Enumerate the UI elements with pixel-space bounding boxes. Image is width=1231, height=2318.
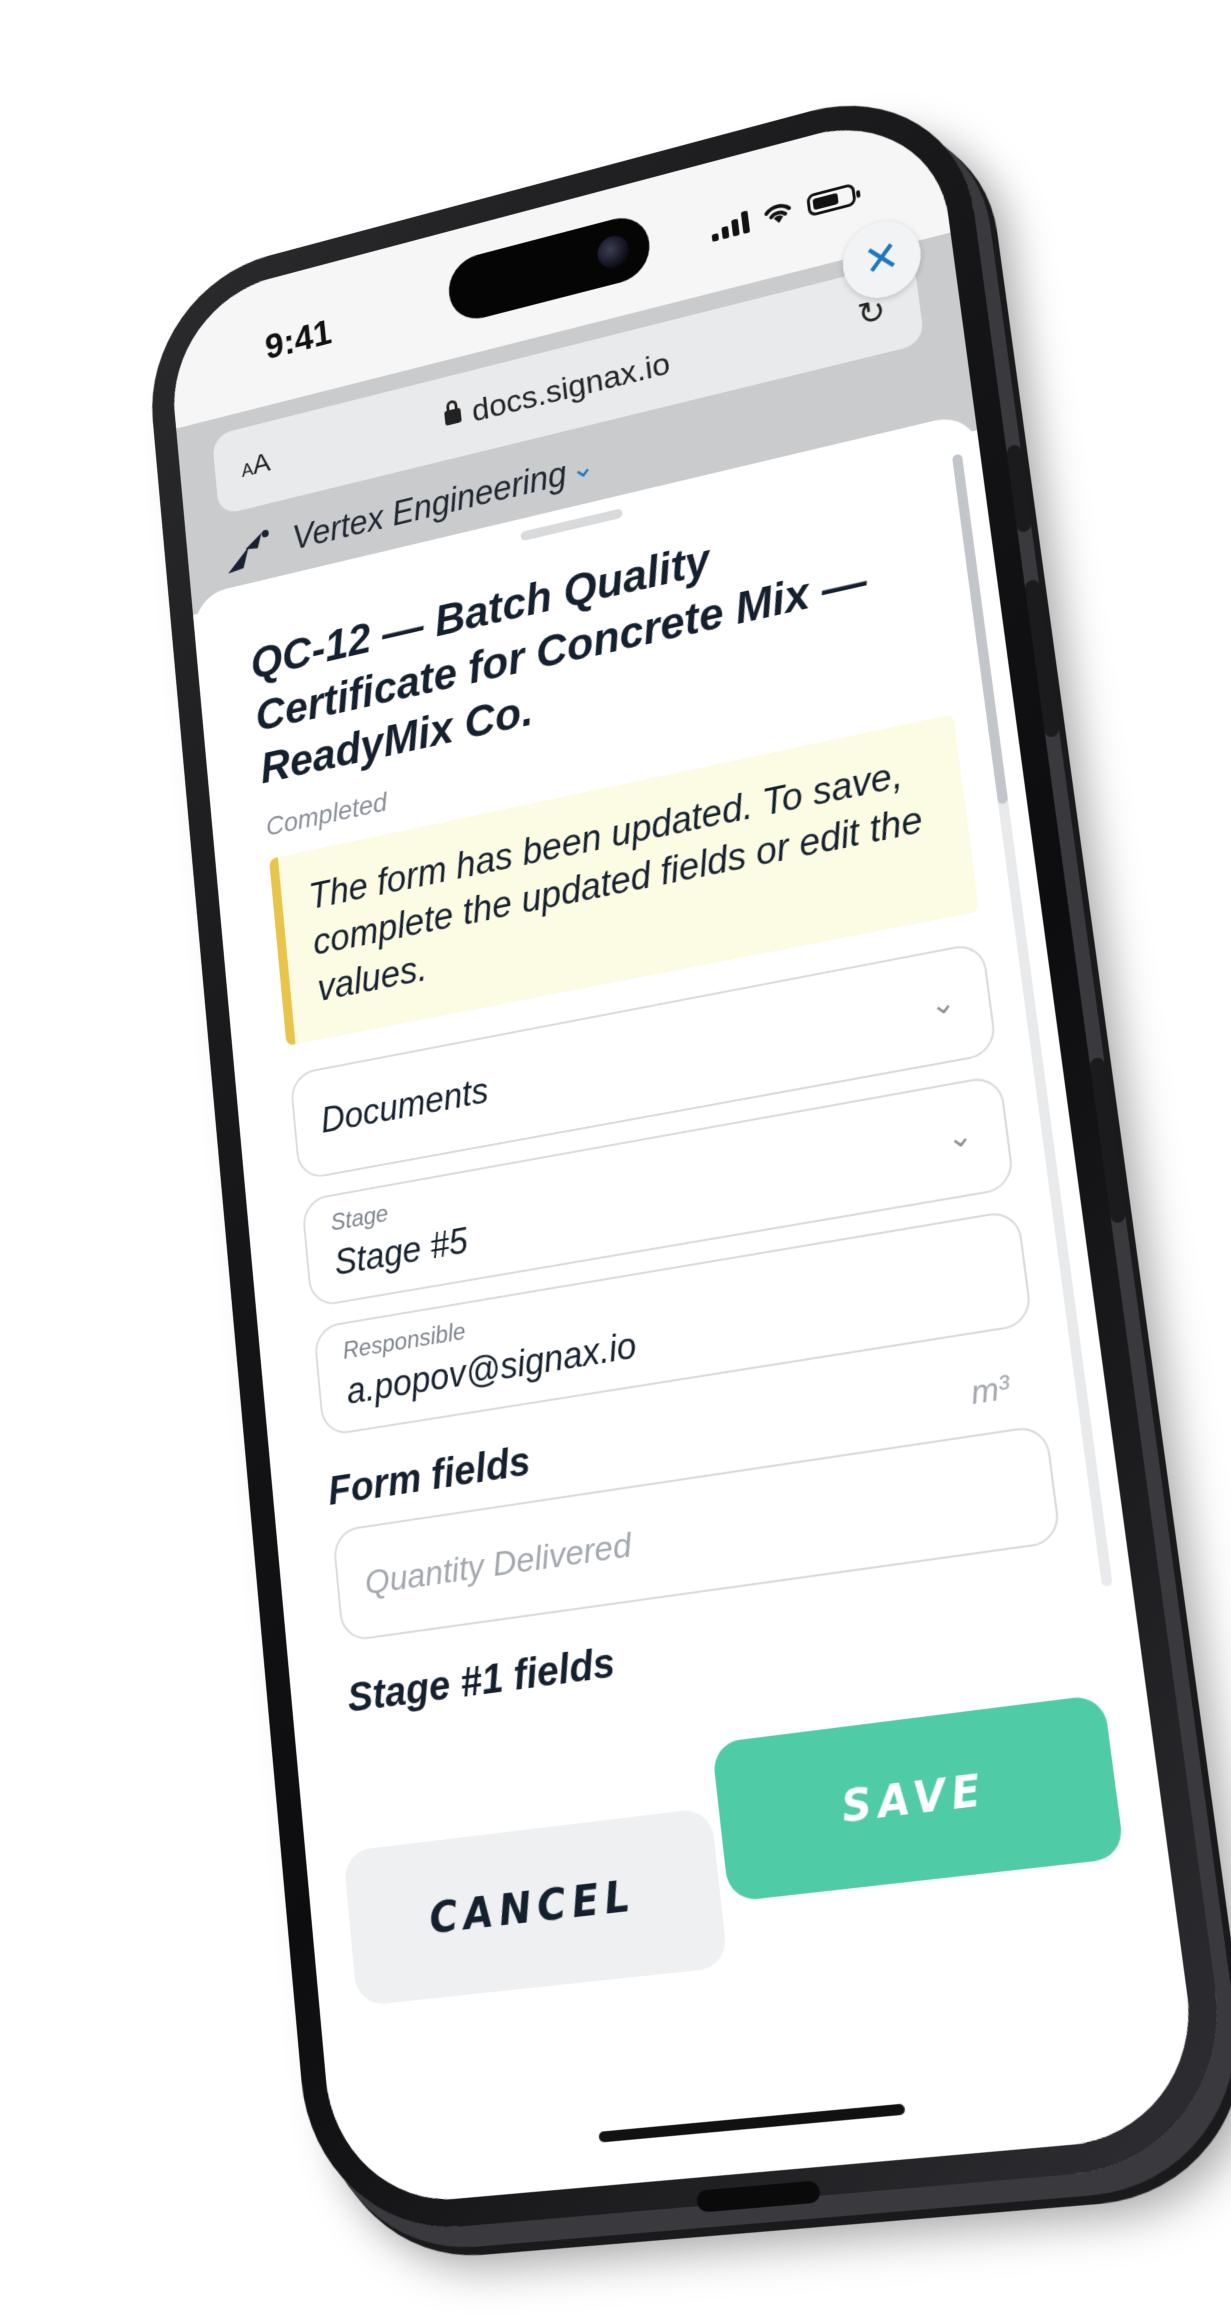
save-button[interactable]: SAVE <box>711 1694 1125 1902</box>
home-indicator[interactable] <box>598 2103 906 2143</box>
action-buttons: CANCEL SAVE <box>343 1694 1137 2027</box>
status-time: 9:41 <box>263 313 334 368</box>
dynamic-island <box>445 210 653 326</box>
phone: 9:41 AA docs.signax.io ↻ Vertex Engineer… <box>141 72 1231 2239</box>
url-value: docs.signax.io <box>470 345 672 430</box>
cellular-signal-icon <box>710 210 751 242</box>
wifi-icon <box>760 197 795 229</box>
device-mockup: 9:41 AA docs.signax.io ↻ Vertex Engineer… <box>0 0 1231 2318</box>
camera-icon <box>595 232 631 272</box>
status-icons <box>710 181 857 242</box>
cancel-button[interactable]: CANCEL <box>343 1807 729 2007</box>
form-content: QC-12 — Batch Quality Certificate for Co… <box>248 482 1075 1738</box>
bird-logo-icon <box>226 529 270 574</box>
documents-value: Documents <box>319 1069 491 1141</box>
quantity-placeholder: Quantity Delivered <box>363 1525 634 1603</box>
lock-icon <box>444 407 463 426</box>
stage-label: Stage <box>329 1199 390 1237</box>
chevron-down-icon[interactable]: ⌄ <box>569 449 596 487</box>
screen: 9:41 AA docs.signax.io ↻ Vertex Engineer… <box>165 103 1206 2210</box>
form-sheet: QC-12 — Batch Quality Certificate for Co… <box>191 411 1206 2210</box>
quantity-unit: m³ <box>968 1367 1012 1412</box>
chevron-down-icon: ⌄ <box>928 984 958 1023</box>
chevron-down-icon: ⌄ <box>945 1117 975 1156</box>
battery-icon <box>806 182 857 218</box>
